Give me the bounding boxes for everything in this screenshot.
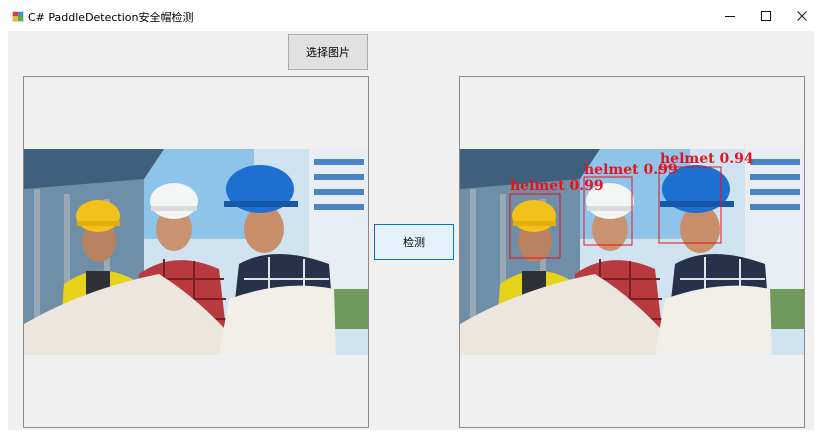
- maximize-icon: [761, 11, 771, 21]
- source-image: [24, 149, 368, 355]
- minimize-button[interactable]: [712, 0, 748, 32]
- source-picturebox: [23, 76, 369, 428]
- detection-label-1: helmet 0.99: [510, 178, 604, 194]
- app-icon: [12, 11, 24, 22]
- result-image: helmet 0.99 helmet 0.99 helmet 0.94: [460, 149, 804, 355]
- detection-label-3: helmet 0.94: [660, 151, 754, 167]
- minimize-icon: [725, 16, 735, 17]
- window-title: C# PaddleDetection安全帽检测: [28, 11, 194, 24]
- result-picturebox: helmet 0.99 helmet 0.99 helmet 0.94: [459, 76, 805, 428]
- form-client-area: 选择图片 检测 helmet 0.99 helmet 0.99 helmet 0…: [8, 31, 814, 430]
- title-bar: C# PaddleDetection安全帽检测: [0, 0, 820, 32]
- close-icon: [797, 11, 807, 21]
- close-button[interactable]: [784, 0, 820, 32]
- detect-button[interactable]: 检测: [374, 224, 454, 260]
- maximize-button[interactable]: [748, 0, 784, 32]
- select-image-button[interactable]: 选择图片: [288, 34, 368, 70]
